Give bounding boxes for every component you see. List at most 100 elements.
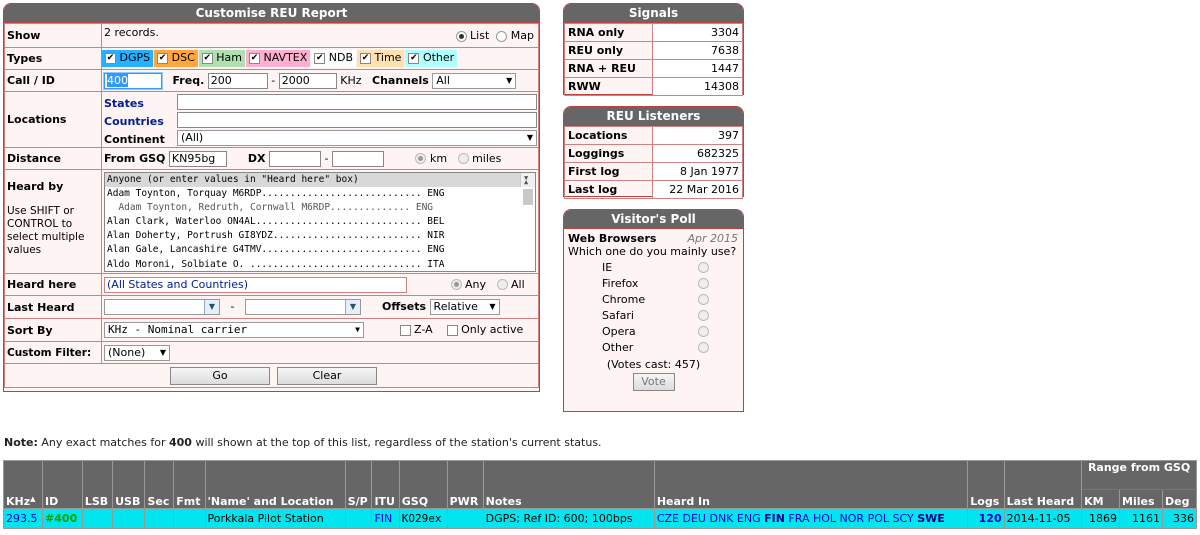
records-count: 2 records.: [104, 26, 159, 39]
heard-in-link[interactable]: FIN: [764, 512, 785, 525]
call-id-label: Call / ID: [4, 69, 102, 92]
clear-button[interactable]: Clear: [277, 366, 377, 385]
last-heard-to-select[interactable]: ▼: [244, 299, 361, 315]
poll-option[interactable]: Other: [568, 340, 739, 356]
any-radio[interactable]: [450, 279, 462, 290]
cell-khz[interactable]: 293.5: [2, 508, 44, 529]
dx-to-input[interactable]: [331, 150, 384, 167]
col-header[interactable]: Deg: [1162, 489, 1197, 509]
col-header[interactable]: 'Name' and Location: [204, 460, 346, 509]
list-item[interactable]: Alan Clark, Waterloo ON4AL..............…: [105, 215, 535, 229]
channels-select[interactable]: All ▼: [432, 72, 517, 89]
heard-in-link[interactable]: NOR: [840, 512, 865, 525]
list-item[interactable]: Adam Toynton, Redruth, Cornwall M6RDP...…: [105, 201, 535, 215]
poll-option[interactable]: Firefox: [568, 276, 739, 292]
type-dgps-checkbox[interactable]: ✔ DGPS: [102, 50, 154, 67]
poll-option[interactable]: IE: [568, 260, 739, 276]
custom-filter-select[interactable]: (None) ▼: [104, 344, 170, 361]
col-header[interactable]: Notes: [482, 460, 655, 509]
offsets-select[interactable]: Relative ▼: [429, 299, 500, 315]
dx-from-input[interactable]: [269, 150, 321, 167]
poll-radio[interactable]: [698, 294, 709, 305]
list-scrollbar[interactable]: ▲ ▼: [520, 172, 535, 205]
last-heard-from-select[interactable]: ▼: [104, 299, 220, 315]
channels-label: Channels: [372, 73, 429, 87]
miles-radio[interactable]: [457, 153, 469, 164]
go-button[interactable]: Go: [170, 366, 270, 385]
list-item[interactable]: Aldo Moroni, Solbiate O. ...............…: [105, 258, 535, 271]
stat-row: Locations 397: [564, 126, 743, 145]
list-radio[interactable]: [455, 30, 467, 42]
type-navtex-checkbox[interactable]: ✔ NAVTEX: [246, 50, 311, 67]
col-header[interactable]: ITU: [371, 460, 400, 509]
vote-button[interactable]: Vote: [632, 373, 675, 391]
cell-logs[interactable]: 120: [967, 508, 1005, 529]
list-item[interactable]: Alan Gale, Lancashire G4TMV.............…: [105, 243, 535, 257]
heard-in-link[interactable]: POL: [868, 512, 889, 525]
za-checkbox[interactable]: [399, 324, 411, 336]
freq-from-input[interactable]: 200: [207, 72, 268, 89]
checkbox-checked-icon: ✔: [360, 52, 372, 64]
col-header[interactable]: Sec: [144, 460, 175, 509]
map-radio[interactable]: [496, 30, 508, 42]
gsq-input[interactable]: KN95bg: [168, 150, 227, 167]
freq-to-input[interactable]: 2000: [278, 72, 337, 89]
km-radio[interactable]: [415, 153, 427, 164]
all-radio[interactable]: [496, 279, 508, 290]
col-header[interactable]: PWR: [446, 460, 484, 509]
poll-radio[interactable]: [698, 262, 709, 273]
poll-radio[interactable]: [698, 310, 709, 321]
cell-id[interactable]: #400: [42, 508, 83, 529]
heard-here-input[interactable]: (All States and Countries): [104, 276, 407, 293]
list-item[interactable]: Alan Doherty, Portrush GI8YDZ...........…: [105, 229, 535, 243]
poll-option[interactable]: Chrome: [568, 292, 739, 308]
col-header[interactable]: LSB: [81, 460, 114, 509]
heard-by-list[interactable]: Anyone (or enter values in "Heard here" …: [104, 171, 536, 272]
poll-radio[interactable]: [698, 326, 709, 337]
col-header[interactable]: Fmt: [173, 460, 206, 509]
heard-in-link[interactable]: SCY: [893, 512, 914, 525]
heard-in-link[interactable]: HOL: [813, 512, 836, 525]
continent-select[interactable]: (All) ▼: [177, 130, 537, 146]
chevron-down-icon: ▼: [526, 133, 533, 142]
offsets-label: Offsets: [381, 300, 427, 313]
heard-by-label: Heard by: [7, 180, 64, 193]
col-header[interactable]: S/P: [344, 460, 373, 509]
list-item[interactable]: Anyone (or enter values in "Heard here" …: [105, 172, 535, 187]
heard-in-link[interactable]: DEU: [682, 512, 705, 525]
heard-in-link[interactable]: FRA: [788, 512, 809, 525]
table-row[interactable]: 293.5 #400 Porkkala Pilot Station FIN KO29ex…: [2, 508, 1197, 529]
poll-option[interactable]: Safari: [568, 308, 739, 324]
col-header[interactable]: Miles: [1119, 489, 1164, 509]
only-active-checkbox[interactable]: [446, 324, 458, 336]
heard-in-link[interactable]: CZE: [657, 512, 679, 525]
type-other-checkbox[interactable]: ✔ Other: [405, 50, 458, 67]
countries-input[interactable]: [177, 112, 537, 128]
type-dsc-checkbox[interactable]: ✔ DSC: [154, 50, 198, 67]
col-header[interactable]: Last Heard: [1003, 460, 1083, 509]
type-ham-checkbox[interactable]: ✔ Ham: [198, 50, 245, 67]
col-header[interactable]: ID: [42, 460, 83, 509]
type-time-checkbox[interactable]: ✔ Time: [357, 50, 405, 67]
col-header[interactable]: USB: [112, 460, 146, 509]
col-header[interactable]: Heard In: [653, 460, 969, 509]
col-header[interactable]: Logs: [967, 460, 1005, 509]
col-header[interactable]: KM: [1081, 489, 1121, 509]
dx-label: DX: [247, 151, 266, 165]
call-id-input[interactable]: 400: [103, 71, 163, 90]
heard-in-link[interactable]: ENG: [737, 512, 761, 525]
type-ndb-checkbox[interactable]: ✔ NDB: [311, 50, 357, 67]
list-item[interactable]: Adam Toynton, Torquay M6RDP.............…: [105, 187, 535, 201]
poll-radio[interactable]: [698, 342, 709, 353]
states-input[interactable]: [177, 94, 537, 110]
col-header[interactable]: KHz▲: [2, 460, 44, 509]
stat-key: REU only: [564, 41, 653, 60]
locations-label: Locations: [4, 91, 102, 148]
poll-option[interactable]: Opera: [568, 324, 739, 340]
freq-label: Freq.: [172, 73, 205, 87]
heard-in-link[interactable]: DNK: [709, 512, 733, 525]
poll-radio[interactable]: [698, 278, 709, 289]
heard-in-link[interactable]: SWE: [917, 512, 945, 525]
sort-by-select[interactable]: KHz - Nominal carrier ▼: [104, 322, 364, 338]
col-header[interactable]: GSQ: [398, 460, 448, 509]
